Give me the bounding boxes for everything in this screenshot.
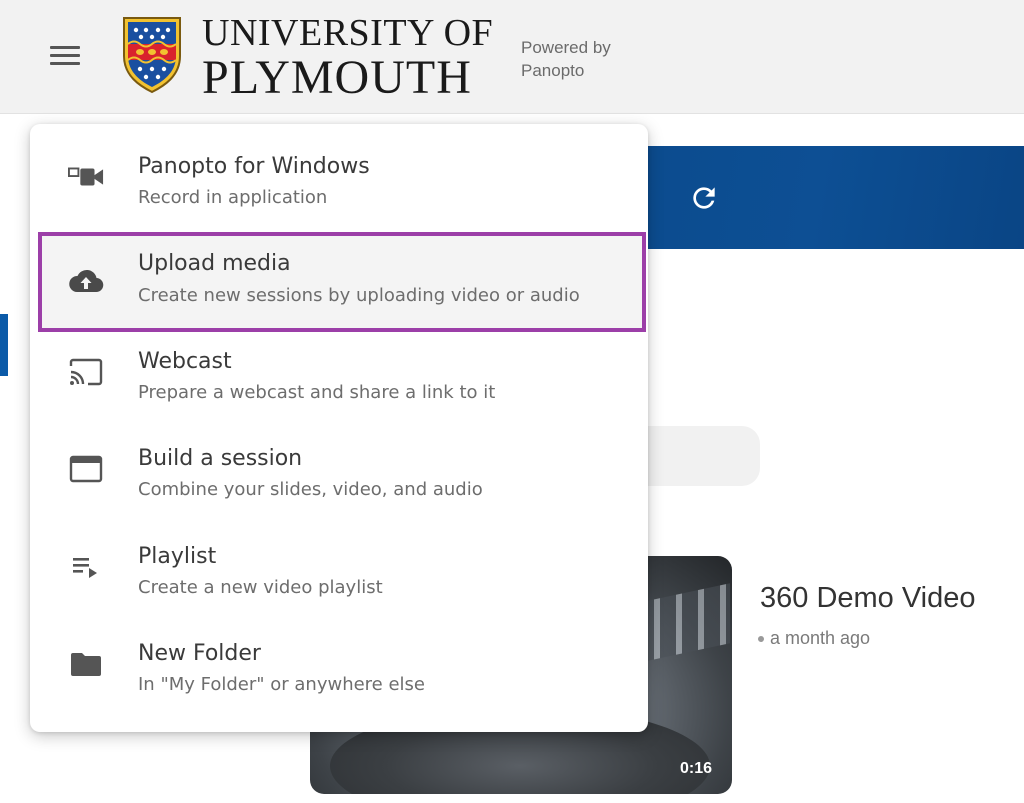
menu-item-title: Build a session xyxy=(138,446,303,471)
menu-item-new-folder[interactable]: New Folder In "My Folder" or anywhere el… xyxy=(30,611,648,708)
menu-item-build-a-session[interactable]: Build a session Combine your slides, vid… xyxy=(30,416,648,513)
university-crest-logo[interactable] xyxy=(120,14,184,94)
menu-item-title: Upload media xyxy=(138,251,291,276)
video-title-link[interactable]: 360 Demo Video xyxy=(760,582,976,615)
cloud-upload-icon xyxy=(68,266,104,296)
menu-item-title: New Folder xyxy=(138,641,261,666)
sidebar-active-accent xyxy=(0,314,8,376)
university-wordmark[interactable]: UNIVERSITY OF PLYMOUTH xyxy=(202,14,493,102)
menu-item-title: Panopto for Windows xyxy=(138,154,370,179)
menu-item-description: In "My Folder" or anywhere else xyxy=(138,674,426,695)
brand-line-1: UNIVERSITY OF xyxy=(202,12,494,54)
menu-item-playlist[interactable]: Playlist Create a new video playlist xyxy=(30,514,648,611)
powered-by-label: Powered by xyxy=(521,38,611,57)
window-icon xyxy=(68,454,104,484)
menu-item-webcast[interactable]: Webcast Prepare a webcast and share a li… xyxy=(30,319,648,416)
video-camera-icon xyxy=(68,162,104,192)
top-header: UNIVERSITY OF PLYMOUTH Powered by Panopt… xyxy=(0,0,1024,114)
menu-item-description: Create new sessions by uploading video o… xyxy=(138,285,580,306)
menu-item-title: Webcast xyxy=(138,349,232,374)
refresh-icon[interactable] xyxy=(688,182,720,214)
powered-by-panopto: Powered by Panopto xyxy=(521,36,641,82)
meta-dot xyxy=(758,636,764,643)
video-duration: 0:16 xyxy=(679,760,712,777)
menu-item-title: Playlist xyxy=(138,544,217,569)
folder-icon xyxy=(68,649,104,679)
brand-line-2: PLYMOUTH xyxy=(202,51,472,104)
panopto-label: Panopto xyxy=(521,61,585,80)
video-meta: a month ago xyxy=(758,628,870,649)
cast-icon xyxy=(68,357,104,387)
playlist-icon xyxy=(68,552,104,582)
menu-item-upload-media[interactable]: Upload media Create new sessions by uplo… xyxy=(38,232,646,332)
menu-item-panopto-for-windows[interactable]: Panopto for Windows Record in applicatio… xyxy=(30,124,648,221)
menu-item-description: Combine your slides, video, and audio xyxy=(138,479,483,500)
create-dropdown-menu: Panopto for Windows Record in applicatio… xyxy=(30,124,648,732)
menu-item-description: Prepare a webcast and share a link to it xyxy=(138,382,496,403)
video-date: a month ago xyxy=(770,628,871,648)
hamburger-menu-icon[interactable] xyxy=(50,40,86,70)
menu-item-description: Create a new video playlist xyxy=(138,577,383,598)
menu-item-description: Record in application xyxy=(138,187,328,208)
